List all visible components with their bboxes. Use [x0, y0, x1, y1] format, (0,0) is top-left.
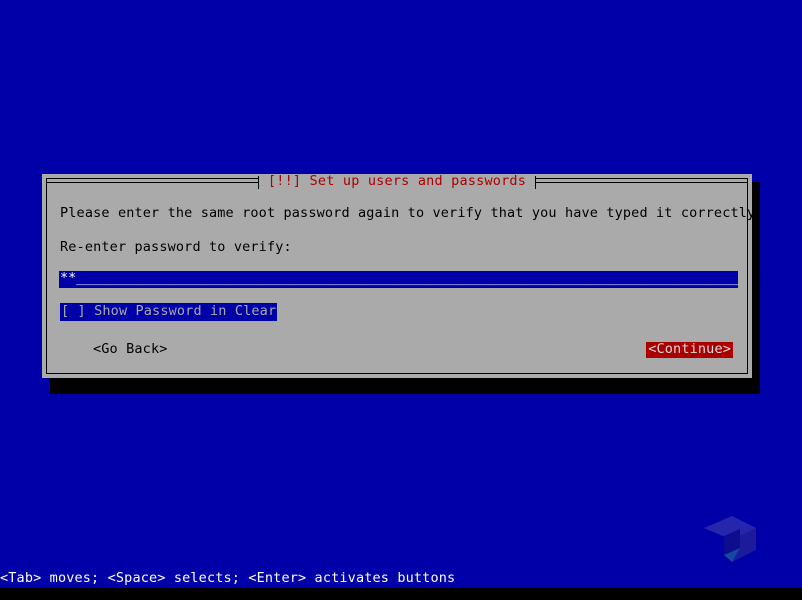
bottom-strip — [0, 588, 802, 600]
installer-screen: [!!] Set up users and passwords Please e… — [0, 0, 802, 600]
password-field-fill: ________________________________________… — [76, 271, 738, 286]
dialog-title: [!!] Set up users and passwords — [258, 175, 536, 189]
password-masked-value: ** — [60, 271, 77, 286]
status-bar: <Tab> moves; <Space> selects; <Enter> ac… — [0, 570, 802, 588]
go-back-button[interactable]: <Go Back> — [91, 342, 170, 358]
continue-button[interactable]: <Continue> — [646, 342, 733, 358]
dialog-inner-frame: [!!] Set up users and passwords Please e… — [46, 175, 763, 374]
title-rule-left — [47, 182, 258, 183]
password-field-label: Re-enter password to verify: — [60, 239, 292, 255]
cube-logo — [704, 516, 756, 562]
show-password-checkbox[interactable]: [ ] Show Password in Clear — [60, 303, 278, 321]
password-input[interactable]: **______________________________________… — [59, 271, 738, 288]
prompt-text: Please enter the same root password agai… — [60, 205, 764, 221]
title-rule-right — [536, 182, 748, 183]
setup-users-dialog: [!!] Set up users and passwords Please e… — [42, 174, 763, 378]
dialog-title-bar: [!!] Set up users and passwords — [47, 174, 748, 190]
